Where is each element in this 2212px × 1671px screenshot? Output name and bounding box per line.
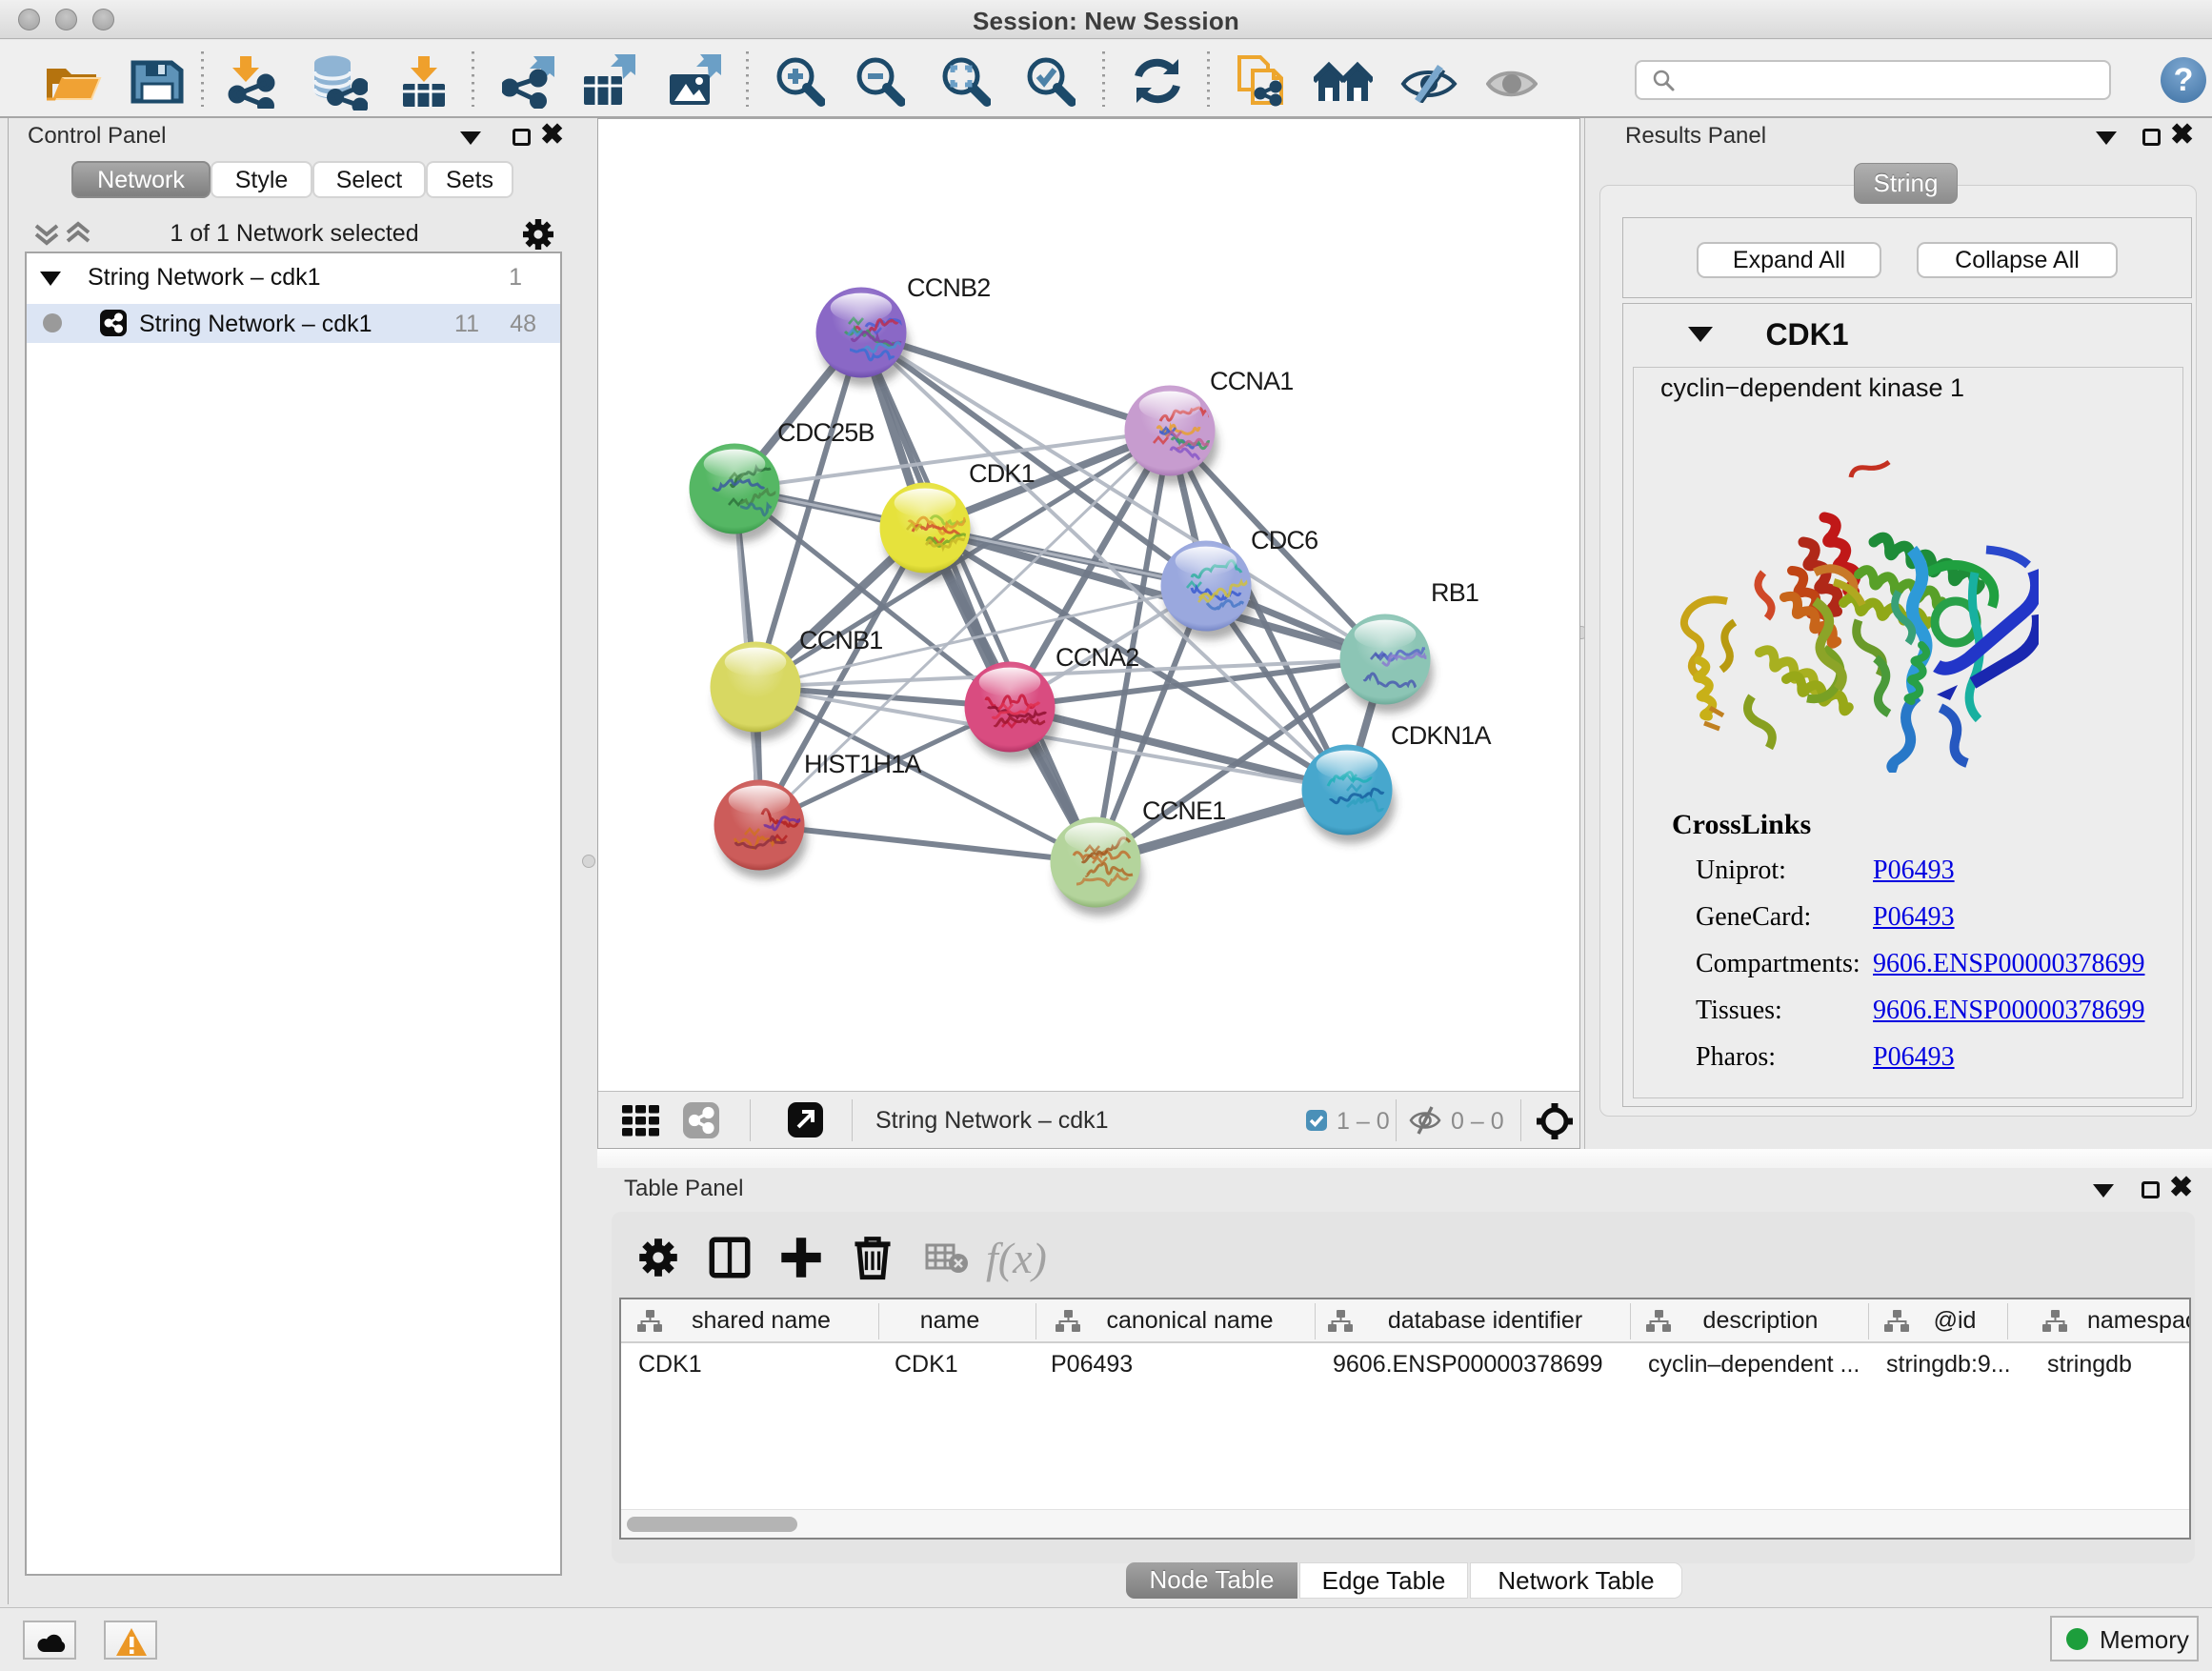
svg-text:CDKN1A: CDKN1A [1391, 721, 1492, 750]
svg-text:RB1: RB1 [1431, 578, 1478, 607]
svg-text:CCNB2: CCNB2 [907, 273, 991, 302]
svg-text:CDK1: CDK1 [969, 459, 1035, 488]
svg-text:CCNB1: CCNB1 [799, 626, 883, 654]
svg-text:CCNA1: CCNA1 [1210, 367, 1294, 395]
svg-text:CCNA2: CCNA2 [1056, 643, 1139, 672]
svg-text:CDC25B: CDC25B [777, 418, 875, 447]
svg-text:CCNE1: CCNE1 [1142, 796, 1226, 825]
svg-text:HIST1H1A: HIST1H1A [804, 750, 921, 778]
svg-text:CDC6: CDC6 [1251, 526, 1317, 554]
